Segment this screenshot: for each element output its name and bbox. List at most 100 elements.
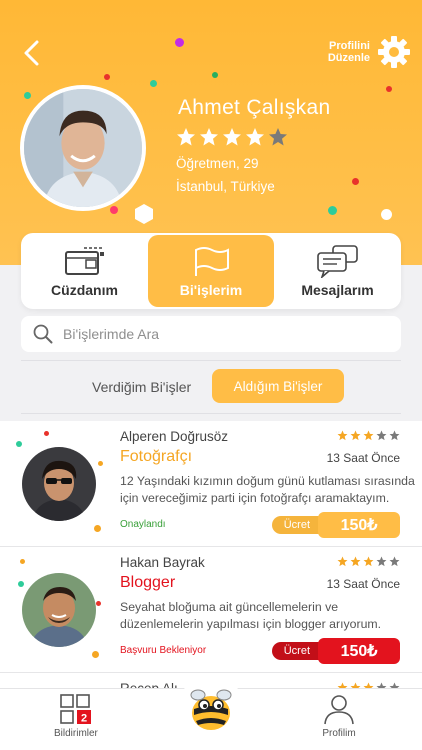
job-title: Blogger — [120, 574, 176, 591]
confetti-dot — [381, 209, 392, 220]
chat-bubbles-icon — [316, 245, 358, 278]
flag-icon — [195, 247, 229, 276]
divider — [21, 360, 401, 361]
notifications-grid-icon: 2 — [60, 694, 91, 725]
job-list: Alperen Doğrusöz Fotoğrafçı 13 Saat Önce… — [0, 421, 422, 697]
job-price: Ücret 150₺ — [271, 638, 400, 664]
job-owner-rating — [337, 430, 400, 441]
edit-profile-button[interactable]: Profilini Düzenle — [314, 34, 412, 70]
tab-wallet-label: Cüzdanım — [51, 282, 118, 298]
confetti-dot — [104, 74, 110, 80]
star-filled-icon — [337, 556, 348, 567]
star-empty-icon — [376, 430, 387, 441]
star-filled-icon — [363, 556, 374, 567]
profile-rating-stars — [176, 127, 288, 147]
star-filled-icon — [200, 128, 218, 146]
wallet-icon — [64, 247, 104, 275]
job-description: 12 Yaşındaki kızımın doğum günü kutlamas… — [120, 474, 415, 505]
segment-taken-jobs[interactable]: Aldığım Bi'işler — [212, 369, 344, 403]
job-owner-avatar — [22, 573, 96, 647]
job-price-amount: 150₺ — [318, 512, 400, 538]
nav-profile-label: Profilim — [322, 728, 356, 739]
job-price-label: Ücret — [271, 642, 324, 660]
profile-location: İstanbul, Türkiye — [176, 179, 275, 194]
job-price: Ücret 150₺ — [271, 512, 400, 538]
avatar-photo — [24, 89, 142, 207]
bottom-navigation: 2 Bildirimler Profilim — [0, 675, 422, 750]
job-card[interactable]: Hakan Bayrak Blogger 13 Saat Önce Seyaha… — [0, 547, 422, 673]
star-empty-icon — [389, 430, 400, 441]
search-bar — [21, 316, 401, 352]
confetti-dot — [98, 461, 103, 466]
job-owner-name: Hakan Bayrak — [120, 555, 205, 570]
star-empty-icon — [376, 556, 387, 567]
job-time: 13 Saat Önce — [326, 451, 400, 465]
star-filled-icon — [177, 128, 195, 146]
star-filled-icon — [223, 128, 241, 146]
profile-occupation: Öğretmen, 29 — [176, 156, 259, 171]
search-icon — [33, 324, 53, 344]
profile-tabs: Cüzdanım Bi'işlerim Mesajlarım — [21, 233, 401, 309]
profile-header: Profilini Düzenle Ahmet Çalışkan Öğretme… — [0, 0, 422, 265]
confetti-dot — [386, 86, 392, 92]
confetti-dot — [212, 72, 218, 78]
notifications-badge: 2 — [81, 713, 87, 725]
nav-notifications[interactable]: 2 Bildirimler — [54, 693, 98, 739]
hexagon-decoration — [135, 204, 153, 224]
nav-profile[interactable]: Profilim — [322, 693, 356, 739]
confetti-dot — [18, 581, 24, 587]
profile-name: Ahmet Çalışkan — [178, 96, 331, 119]
nav-notifications-label: Bildirimler — [54, 728, 98, 739]
tab-messages[interactable]: Mesajlarım — [274, 233, 401, 309]
star-empty-icon — [269, 128, 287, 146]
profile-avatar — [20, 85, 146, 211]
confetti-dot — [175, 38, 184, 47]
profile-person-icon — [324, 695, 354, 725]
confetti-dot — [352, 178, 359, 185]
gear-icon — [378, 36, 410, 68]
edit-profile-line1: Profilini — [329, 40, 370, 52]
confetti-dot — [150, 80, 157, 87]
divider — [21, 413, 401, 414]
job-card[interactable]: Alperen Doğrusöz Fotoğrafçı 13 Saat Önce… — [0, 421, 422, 547]
search-input[interactable] — [63, 326, 383, 342]
star-empty-icon — [389, 556, 400, 567]
star-filled-icon — [337, 430, 348, 441]
tab-jobs[interactable]: Bi'işlerim — [148, 235, 274, 307]
edit-profile-line2: Düzenle — [327, 52, 370, 64]
job-owner-avatar — [22, 447, 96, 521]
job-price-label: Ücret — [271, 516, 324, 534]
confetti-dot — [94, 525, 101, 532]
star-filled-icon — [350, 556, 361, 567]
star-filled-icon — [363, 430, 374, 441]
job-status: Onaylandı — [120, 519, 166, 530]
job-owner-rating — [337, 556, 400, 567]
job-owner-name: Alperen Doğrusöz — [120, 429, 229, 444]
confetti-dot — [16, 441, 22, 447]
confetti-dot — [92, 651, 99, 658]
confetti-dot — [44, 431, 49, 436]
confetti-dot — [24, 92, 31, 99]
confetti-dot — [328, 206, 337, 215]
confetti-dot — [96, 601, 101, 606]
bee-mascot-button[interactable] — [178, 675, 244, 741]
job-description: Seyahat bloğuma ait güncellemelerin ve d… — [120, 600, 382, 631]
confetti-dot — [20, 559, 25, 564]
bee-icon — [190, 689, 232, 730]
tab-messages-label: Mesajlarım — [301, 282, 374, 298]
avatar-photo — [22, 573, 96, 647]
star-filled-icon — [350, 430, 361, 441]
avatar-photo — [22, 447, 96, 521]
job-price-amount: 150₺ — [318, 638, 400, 664]
job-title: Fotoğrafçı — [120, 448, 193, 465]
job-type-segments: Verdiğim Bi'işler Aldığım Bi'işler — [0, 367, 422, 407]
star-filled-icon — [246, 128, 264, 146]
confetti-dot — [110, 206, 118, 214]
tab-jobs-label: Bi'işlerim — [179, 282, 243, 298]
segment-given-jobs[interactable]: Verdiğim Bi'işler — [92, 379, 191, 395]
job-status: Başvuru Bekleniyor — [120, 645, 207, 656]
job-time: 13 Saat Önce — [326, 577, 400, 591]
tab-wallet[interactable]: Cüzdanım — [21, 233, 148, 309]
edit-profile-label: Profilini Düzenle — [314, 40, 370, 64]
back-arrow-icon[interactable] — [18, 38, 46, 68]
